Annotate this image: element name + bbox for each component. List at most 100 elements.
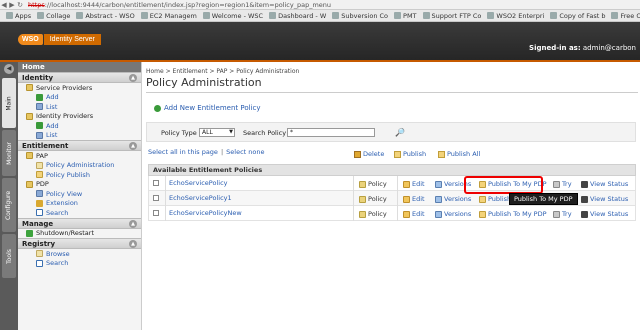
favicon-icon [611, 12, 619, 19]
forward-icon[interactable]: ▶ [8, 1, 16, 9]
select-all-link[interactable]: Select all in this page [148, 148, 218, 156]
bulk-publish-button[interactable]: Publish [394, 150, 426, 158]
edit-icon [403, 180, 410, 188]
add-icon [36, 122, 43, 130]
sidebar-item[interactable]: Browse [18, 249, 141, 259]
view-status-button[interactable]: View Status [581, 210, 628, 218]
binoculars-search-icon[interactable]: 🔎 [395, 128, 405, 137]
favicon-icon [422, 12, 430, 19]
try-button[interactable]: Try [553, 180, 572, 188]
row-checkbox[interactable] [153, 195, 159, 201]
tab-main[interactable]: Main [2, 78, 16, 128]
sidebar-home[interactable]: Home [18, 62, 141, 72]
favicon-icon [332, 12, 340, 19]
back-icon[interactable]: ◀ [0, 1, 8, 9]
reload-icon[interactable]: ↻ [16, 1, 24, 9]
bookmark-item[interactable]: PMT [394, 12, 417, 20]
try-icon [553, 180, 560, 188]
sidebar-section-header[interactable]: Manage ▲ [18, 217, 141, 229]
collapse-section-icon[interactable]: ▲ [129, 142, 137, 150]
policy-name-link[interactable]: EchoServicePolicy1 [169, 194, 232, 202]
sidebar-section-header[interactable]: Entitlement ▲ [18, 140, 141, 151]
add-policy-link[interactable]: Add New Entitlement Policy [154, 104, 260, 112]
edit-button[interactable]: Edit [403, 195, 425, 203]
edit-icon [403, 210, 410, 218]
highlight-box [464, 176, 543, 194]
shield-icon [36, 199, 43, 207]
bookmark-item[interactable]: Abstract - WSO [76, 12, 135, 20]
page-title: Policy Administration [146, 76, 262, 89]
bookmark-item[interactable]: EC2 Managem [140, 12, 197, 20]
sidebar-item[interactable]: List [18, 131, 141, 141]
collapse-section-icon[interactable]: ▲ [129, 240, 137, 248]
power-icon [26, 229, 33, 237]
try-button[interactable]: Try [553, 210, 572, 218]
bookmark-item[interactable]: WSO2 Enterpri [487, 12, 544, 20]
sidebar-item[interactable]: Extension [18, 199, 141, 209]
row-checkbox[interactable] [153, 180, 159, 186]
folder-icon [26, 84, 33, 92]
sidebar-item: PAP [18, 151, 141, 161]
sidebar-item: Identity Providers [18, 112, 141, 122]
tab-tools[interactable]: Tools [2, 234, 16, 278]
favicon-icon [37, 12, 45, 19]
collapse-icon[interactable]: ◀ [4, 64, 14, 74]
bookmark-item[interactable]: Dashboard - W [269, 12, 326, 20]
sidebar-item[interactable]: Policy View [18, 189, 141, 199]
sidebar-item[interactable]: List [18, 102, 141, 112]
edit-icon [403, 195, 410, 203]
bookmark-item[interactable]: Support FTP Co [422, 12, 481, 20]
bookmark-item[interactable]: Subversion Co [332, 12, 388, 20]
column-divider [397, 176, 398, 191]
publish-to-my-pdp-button[interactable]: Publish To My PDP [479, 210, 547, 218]
bulk-delete-button[interactable]: Delete [354, 150, 384, 158]
sidebar-item[interactable]: Add [18, 121, 141, 131]
sidebar-item: PDP [18, 180, 141, 190]
sidebar-item[interactable]: Add [18, 93, 141, 103]
versions-button[interactable]: Versions [435, 210, 471, 218]
bookmark-item[interactable]: Welcome - WSC [202, 12, 263, 20]
sidebar-item[interactable]: Search [18, 259, 141, 269]
table-row: EchoServicePolicy Policy Edit Versions Publi… [148, 176, 636, 191]
bookmark-item[interactable]: Collage [37, 12, 70, 20]
policy-name-link[interactable]: EchoServicePolicyNew [169, 209, 242, 217]
publish-icon [479, 195, 486, 203]
policy-type-select[interactable]: ALL ▼ [199, 128, 235, 137]
favicon-icon [202, 12, 210, 19]
url-text[interactable]: https://localhost:9444/carbon/entitlemen… [28, 1, 331, 9]
bookmark-item[interactable]: Free O [611, 12, 640, 20]
column-divider [165, 206, 166, 221]
view-status-button[interactable]: View Status [581, 195, 628, 203]
view-status-button[interactable]: View Status [581, 180, 628, 188]
folder-icon [26, 112, 33, 120]
sidebar-section-header[interactable]: Identity ▲ [18, 72, 141, 83]
bulk-publish-all-button[interactable]: Publish All [438, 150, 480, 158]
row-checkbox[interactable] [153, 210, 159, 216]
select-none-link[interactable]: Select none [226, 148, 264, 156]
versions-button[interactable]: Versions [435, 195, 471, 203]
search-policy-input[interactable]: * [287, 128, 375, 137]
favicon-icon [140, 12, 148, 19]
sidebar-item[interactable]: Policy Administration [18, 161, 141, 171]
bookmark-item[interactable]: Apps [6, 12, 31, 20]
edit-button[interactable]: Edit [403, 180, 425, 188]
breadcrumb[interactable]: Home > Entitlement > PAP > Policy Admini… [146, 68, 299, 75]
collapse-section-icon[interactable]: ▲ [129, 74, 137, 82]
sidebar-section-header[interactable]: Registry ▲ [18, 238, 141, 249]
policy-name-link[interactable]: EchoServicePolicy [169, 179, 228, 187]
publish-icon [36, 171, 43, 179]
favicon-icon [394, 12, 402, 19]
collapse-section-icon[interactable]: ▲ [129, 219, 137, 228]
signed-in-user[interactable]: admin@carbon [583, 44, 636, 52]
bookmarks-bar: Apps Collage Abstract - WSO EC2 Managem Welc… [0, 10, 640, 22]
policy-type-cell: Policy [359, 180, 387, 188]
sidebar-item[interactable]: Shutdown/Restart [18, 229, 141, 239]
tab-configure[interactable]: Configure [2, 178, 16, 232]
sidebar-item[interactable]: Search [18, 208, 141, 218]
sidebar-item[interactable]: Policy Publish [18, 170, 141, 180]
table-row: EchoServicePolicyNew Policy Edit Versions Pu… [148, 206, 636, 221]
edit-button[interactable]: Edit [403, 210, 425, 218]
tab-monitor[interactable]: Monitor [2, 130, 16, 176]
bookmark-item[interactable]: Copy of Fast b [550, 12, 605, 20]
search-policy-label: Search Policy [243, 129, 287, 137]
